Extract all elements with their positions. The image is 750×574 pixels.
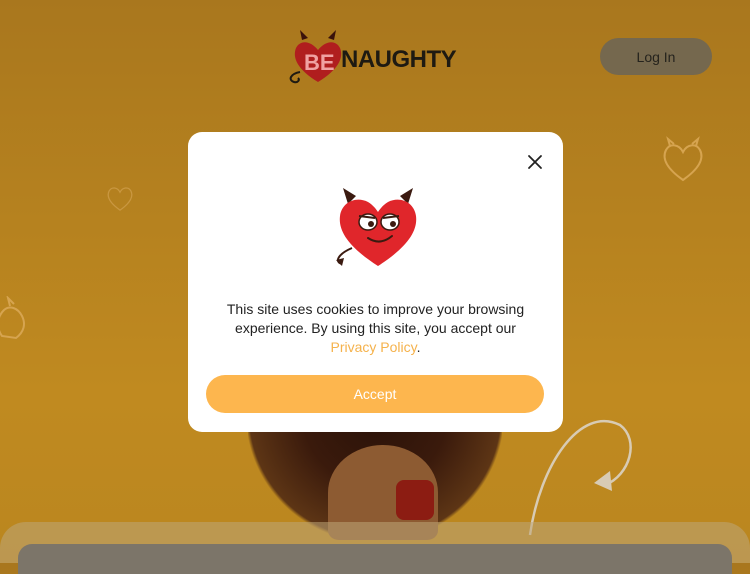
cookie-message: This site uses cookies to improve your b… — [208, 300, 543, 357]
background-heart-icon — [0, 296, 25, 340]
privacy-policy-link[interactable]: Privacy Policy — [331, 339, 417, 355]
logo-text: NAUGHTY — [341, 46, 457, 73]
close-icon[interactable] — [523, 150, 547, 174]
background-heart-icon — [663, 136, 703, 182]
background-heart-icon — [107, 187, 133, 211]
devil-heart-icon — [336, 188, 417, 266]
accept-button[interactable]: Accept — [206, 375, 544, 413]
cookie-consent-modal: This site uses cookies to improve your b… — [188, 132, 563, 432]
header: BE NAUGHTY Log In — [0, 0, 750, 110]
logo[interactable]: BE NAUGHTY — [288, 28, 463, 88]
cookie-message-end: . — [416, 339, 421, 355]
login-button[interactable]: Log In — [600, 38, 712, 75]
logo-prefix: BE — [304, 50, 335, 75]
cookie-message-text: This site uses cookies to improve your b… — [226, 301, 525, 336]
bottom-form-card — [18, 544, 732, 574]
